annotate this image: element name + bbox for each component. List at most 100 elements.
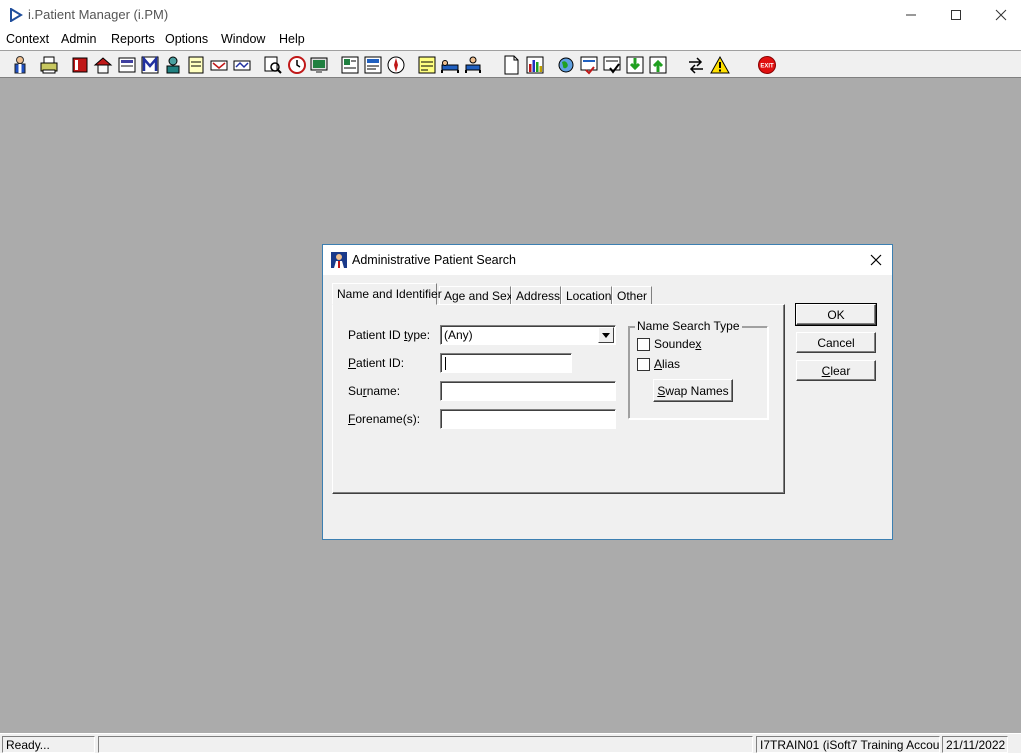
menu-admin[interactable]: Admin (61, 32, 96, 46)
forename-input[interactable] (440, 409, 616, 429)
registry-icon (118, 57, 136, 73)
menu-context[interactable]: Context (6, 32, 49, 46)
name-search-type-legend: Name Search Type (635, 319, 742, 333)
minimize-icon (906, 14, 916, 16)
chart-icon (526, 56, 544, 74)
status-message: Ready... (2, 736, 95, 753)
minimize-button[interactable] (888, 0, 934, 30)
dialog-title-bar: Administrative Patient Search (323, 245, 892, 275)
waitlist-icon (233, 60, 251, 71)
dropdown-arrow[interactable] (598, 327, 614, 343)
house-button[interactable] (92, 54, 114, 76)
dialog-close-button[interactable] (867, 251, 885, 269)
compass-button[interactable] (385, 54, 407, 76)
referral-button[interactable] (208, 54, 230, 76)
alias-checkbox[interactable] (637, 358, 650, 371)
status-bar: Ready... I7TRAIN01 (iSoft7 Training Acco… (0, 733, 1021, 753)
notepad-button[interactable] (185, 54, 207, 76)
patient-id-type-value: (Any) (444, 328, 473, 342)
note-icon (418, 56, 436, 74)
name-search-type-group: Name Search Type Soundex Alias Swap Name… (628, 319, 768, 419)
patient-button[interactable] (9, 54, 31, 76)
status-date: 21/11/2022 (942, 736, 1008, 753)
download-button[interactable] (624, 54, 646, 76)
form-icon (364, 56, 382, 74)
note-button[interactable] (416, 54, 438, 76)
clock-icon (288, 56, 306, 74)
patient-id-input[interactable] (440, 353, 572, 373)
surname-label: Surname: (348, 384, 401, 398)
surname-input[interactable] (440, 381, 616, 401)
registry-button[interactable] (116, 54, 138, 76)
search-doc-icon (264, 56, 282, 74)
waitlist-button[interactable] (231, 54, 253, 76)
bed-icon (441, 60, 459, 73)
status-panel-empty (98, 736, 753, 753)
form-button[interactable] (362, 54, 384, 76)
status-account: I7TRAIN01 (iSoft7 Training Account) (756, 736, 940, 753)
search-doc-button[interactable] (262, 54, 284, 76)
menu-options[interactable]: Options (165, 32, 208, 46)
close-icon (870, 254, 882, 266)
clear-button[interactable]: Clear (796, 360, 876, 381)
tasks-button[interactable] (601, 54, 623, 76)
cancel-button[interactable]: Cancel (796, 332, 876, 353)
upload-button[interactable] (647, 54, 669, 76)
transfer-button[interactable] (685, 54, 707, 76)
list-check-icon (580, 56, 598, 75)
compass-icon (387, 56, 405, 74)
tab-name-and-identifier[interactable]: Name and Identifier (332, 283, 442, 305)
m-button[interactable] (139, 54, 161, 76)
swap-names-button[interactable]: Swap Names (653, 379, 733, 402)
globe-icon (558, 57, 574, 73)
patient-search-dialog: Administrative Patient Search Name and I… (322, 244, 893, 540)
soundex-label: Soundex (654, 337, 702, 351)
maximize-icon (951, 10, 961, 20)
title-bar: i.Patient Manager (i.PM) (0, 0, 1021, 30)
exit-button[interactable]: EXIT (756, 54, 778, 76)
document-icon (504, 55, 519, 75)
menu-help[interactable]: Help (279, 32, 305, 46)
warning-icon (710, 55, 730, 74)
chevron-down-icon (602, 332, 610, 338)
patient-icon (14, 56, 26, 74)
book-icon (72, 57, 88, 73)
ok-button[interactable]: OK (795, 303, 877, 326)
close-icon (995, 9, 1007, 21)
maximize-button[interactable] (933, 0, 979, 30)
book-button[interactable] (69, 54, 91, 76)
tab-address[interactable]: Address (511, 286, 561, 305)
app-logo-icon (10, 8, 23, 22)
soundex-checkbox[interactable] (637, 338, 650, 351)
patient-id-label: Patient ID: (348, 356, 405, 370)
svg-text:EXIT: EXIT (760, 64, 774, 70)
menu-reports[interactable]: Reports (111, 32, 155, 46)
monitor-icon (310, 57, 328, 73)
chart-button[interactable] (524, 54, 546, 76)
transfer-icon (689, 57, 703, 74)
bed-button[interactable] (439, 54, 461, 76)
exit-icon: EXIT (758, 56, 776, 74)
tab-other[interactable]: Other (612, 286, 652, 305)
patient-search-icon (331, 252, 347, 268)
globe-button[interactable] (555, 54, 577, 76)
menu-bar: Context Admin Reports Options Window Hel… (0, 30, 1021, 50)
monitor-button[interactable] (308, 54, 330, 76)
menu-window[interactable]: Window (221, 32, 265, 46)
clock-button[interactable] (286, 54, 308, 76)
ward-button[interactable] (462, 54, 484, 76)
printer-icon (40, 56, 58, 74)
house-icon (93, 57, 113, 74)
forename-label: Forename(s): (348, 412, 421, 426)
card-button[interactable] (339, 54, 361, 76)
text-caret (445, 357, 446, 370)
close-window-button[interactable] (978, 0, 1021, 30)
patient-id-type-select[interactable]: (Any) (440, 325, 616, 345)
tab-location[interactable]: Location (561, 286, 612, 305)
document-button[interactable] (500, 54, 522, 76)
tab-age-and-sex[interactable]: Age and Sex (439, 286, 513, 305)
doctor-button[interactable] (162, 54, 184, 76)
list-check-button[interactable] (578, 54, 600, 76)
warning-button[interactable] (709, 54, 731, 76)
print-button[interactable] (38, 54, 60, 76)
